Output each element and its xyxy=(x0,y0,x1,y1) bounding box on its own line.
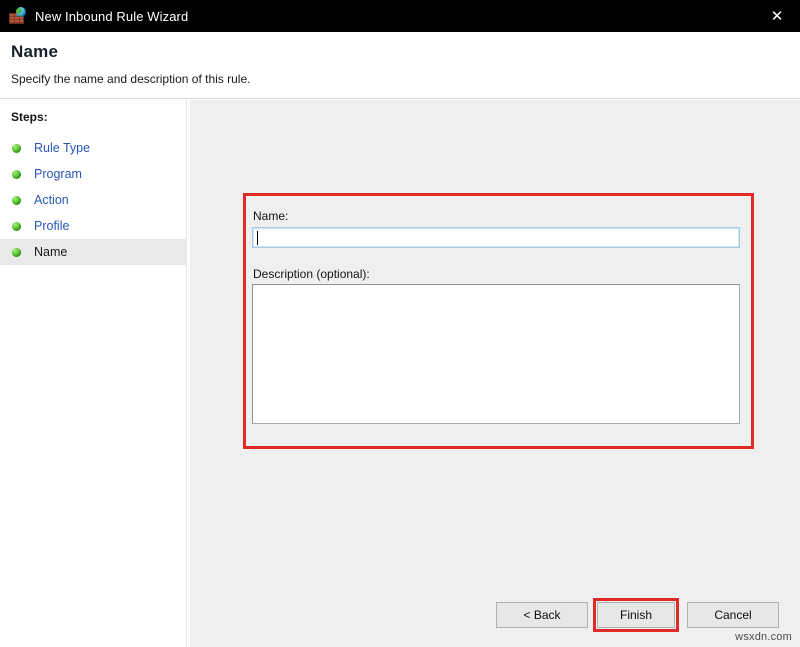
title-bar: New Inbound Rule Wizard ✕ xyxy=(0,0,800,32)
page-title: Name xyxy=(11,42,58,62)
text-caret xyxy=(257,231,258,245)
sidebar-item-action[interactable]: Action xyxy=(0,187,186,213)
steps-heading: Steps: xyxy=(11,110,48,124)
name-field-label: Name: xyxy=(253,209,288,223)
step-bullet-icon xyxy=(12,170,21,179)
steps-sidebar: Steps: Rule Type Program Action Profile … xyxy=(0,100,187,647)
name-input[interactable] xyxy=(252,227,740,248)
finish-button[interactable]: Finish xyxy=(597,602,675,628)
step-bullet-icon xyxy=(12,144,21,153)
sidebar-item-rule-type[interactable]: Rule Type xyxy=(0,135,186,161)
back-button[interactable]: < Back xyxy=(496,602,588,628)
sidebar-item-profile[interactable]: Profile xyxy=(0,213,186,239)
sidebar-item-program[interactable]: Program xyxy=(0,161,186,187)
steps-list: Rule Type Program Action Profile Name xyxy=(0,135,186,265)
sidebar-item-name[interactable]: Name xyxy=(0,239,186,265)
description-field-label: Description (optional): xyxy=(253,267,370,281)
step-bullet-icon xyxy=(12,248,21,257)
sidebar-item-label: Rule Type xyxy=(34,141,90,155)
close-icon[interactable]: ✕ xyxy=(754,0,800,32)
page-subtitle: Specify the name and description of this… xyxy=(11,72,250,86)
sidebar-item-label: Name xyxy=(34,245,67,259)
window-title: New Inbound Rule Wizard xyxy=(35,9,188,24)
sidebar-item-label: Profile xyxy=(34,219,69,233)
description-textarea[interactable] xyxy=(252,284,740,424)
wizard-header: Name Specify the name and description of… xyxy=(0,32,800,99)
watermark: wsxdn.com xyxy=(735,631,792,643)
firewall-brick-globe-icon xyxy=(8,7,26,25)
step-bullet-icon xyxy=(12,196,21,205)
sidebar-item-label: Action xyxy=(34,193,69,207)
sidebar-item-label: Program xyxy=(34,167,82,181)
wizard-window: New Inbound Rule Wizard ✕ Name Specify t… xyxy=(0,0,800,647)
step-bullet-icon xyxy=(12,222,21,231)
cancel-button[interactable]: Cancel xyxy=(687,602,779,628)
